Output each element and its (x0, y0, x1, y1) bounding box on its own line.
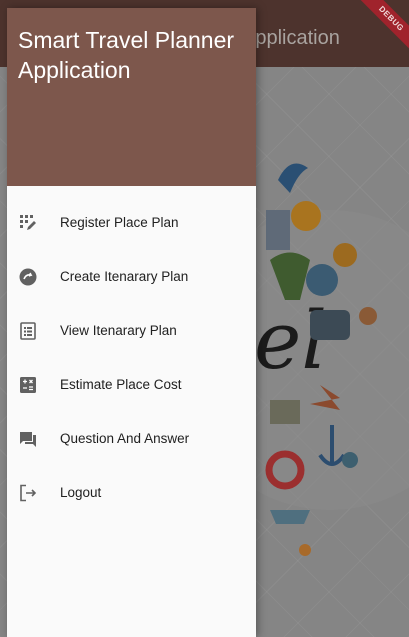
drawer-title: Smart Travel Planner Application (18, 27, 235, 83)
menu-item-create-itenarary-plan[interactable]: Create Itenarary Plan (7, 250, 256, 304)
chat-icon (19, 430, 37, 448)
list-icon (19, 322, 37, 340)
menu-item-label: Create Itenarary Plan (60, 269, 189, 284)
svg-text:el: el (254, 294, 327, 387)
menu-item-label: Register Place Plan (60, 215, 179, 230)
menu-item-logout[interactable]: Logout (7, 466, 256, 520)
debug-banner: DEBUG (357, 0, 409, 53)
menu-item-label: View Itenarary Plan (60, 323, 177, 338)
menu-item-view-itenarary-plan[interactable]: View Itenarary Plan (7, 304, 256, 358)
drawer-header: Smart Travel Planner Application (7, 8, 256, 186)
logout-icon (19, 484, 37, 502)
travel-illustration: el (250, 163, 409, 556)
menu-item-register-place-plan[interactable]: Register Place Plan (7, 196, 256, 250)
menu-item-question-and-answer[interactable]: Question And Answer (7, 412, 256, 466)
app-bar-title: Application (242, 27, 340, 49)
menu-item-estimate-place-cost[interactable]: Estimate Place Cost (7, 358, 256, 412)
calculator-icon (19, 376, 37, 394)
navigation-drawer: Smart Travel Planner Application Registe… (7, 8, 256, 637)
drawer-menu: Register Place Plan Create Itenarary Pla… (7, 196, 256, 520)
menu-item-label: Logout (60, 485, 102, 500)
menu-item-label: Question And Answer (60, 431, 190, 446)
edit-grid-icon (19, 214, 37, 232)
create-circle-icon (19, 268, 37, 286)
menu-item-label: Estimate Place Cost (60, 377, 182, 392)
